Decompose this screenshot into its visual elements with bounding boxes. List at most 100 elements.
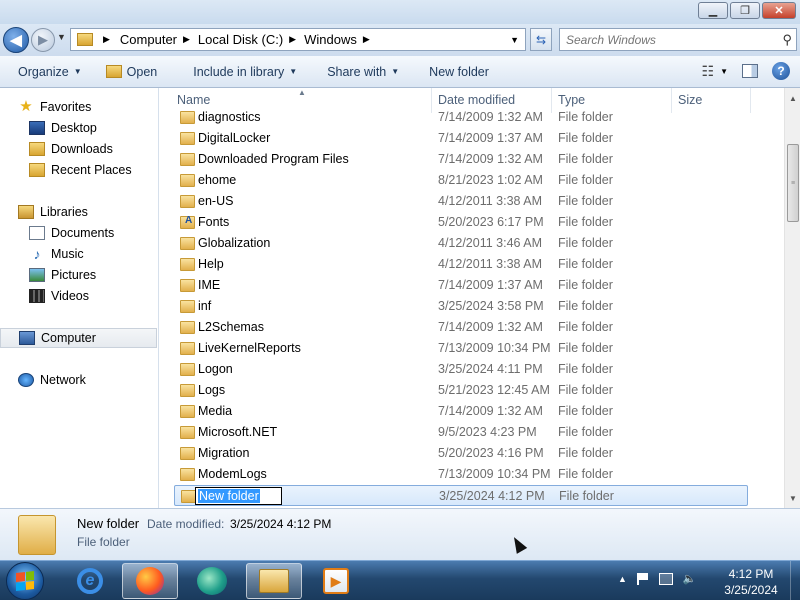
change-view-icon[interactable]: ☷ [702,63,715,80]
vertical-scrollbar[interactable]: ▲ ≡ ▼ [784,88,800,508]
refresh-icon: ⇆ [535,32,547,47]
column-size[interactable]: Size [678,93,702,107]
address-bar[interactable]: ▶ Computer ▶ Local Disk (C:) ▶ Windows ▶ ▼ [70,28,526,51]
forward-arrow-icon: ▶ [38,32,48,47]
rename-input[interactable]: New folder [195,487,282,505]
chevron-right-icon[interactable]: ▶ [289,34,296,45]
breadcrumb-windows[interactable]: Windows ▶ [304,32,378,47]
column-name[interactable]: Name [177,93,210,107]
chevron-right-icon[interactable]: ▶ [363,34,370,45]
new-folder-button[interactable]: New folder [423,65,495,79]
file-name: Downloaded Program Files [198,152,349,166]
refresh-button[interactable]: ⇆ [530,28,552,51]
show-desktop-button[interactable] [790,561,800,600]
nav-music[interactable]: ♪ Music [29,244,84,264]
file-row[interactable]: inf 3/25/2024 3:58 PM File folder [174,296,748,317]
taskbar-windows-explorer[interactable] [246,563,302,599]
nav-documents[interactable]: Documents [29,223,114,243]
nav-network[interactable]: Network [18,370,86,390]
forward-button[interactable]: ▶ [31,28,55,52]
close-button[interactable]: ✕ [762,2,796,19]
file-row[interactable]: Downloaded Program Files 7/14/2009 1:32 A… [174,149,748,170]
search-input[interactable] [566,32,766,47]
recent-pages-dropdown[interactable]: ▼ [57,32,66,42]
file-row[interactable]: L2Schemas 7/14/2009 1:32 AM File folder [174,317,748,338]
search-icon[interactable]: ⚲ [782,32,792,48]
back-button[interactable]: ◀ [3,27,29,53]
volume-muted-icon[interactable]: 🔈 [683,573,697,585]
file-type: File folder [558,131,613,145]
clock-time: 4:12 PM [728,567,774,581]
file-name: LiveKernelReports [198,341,301,355]
file-date: 5/21/2023 12:45 AM [438,383,550,397]
network-status-icon[interactable] [658,573,673,585]
clock[interactable]: 4:12 PM 3/25/2024 [716,566,786,598]
help-icon[interactable]: ? [772,62,790,80]
organize-button[interactable]: Organize ▼ [12,65,88,79]
address-row: ◀ ▶ ▼ ▶ Computer ▶ Local Disk (C:) ▶ Windo… [0,24,800,56]
scroll-down-button[interactable]: ▼ [785,490,800,506]
chevron-right-icon[interactable]: ▶ [103,34,110,45]
file-row[interactable]: diagnostics 7/14/2009 1:32 AM File folder [174,107,748,128]
file-row[interactable]: Help 4/12/2011 3:38 AM File folder [174,254,748,275]
file-row[interactable]: ModemLogs 7/13/2009 10:34 PM File folder [174,464,748,485]
open-button[interactable]: Open [100,65,164,79]
file-row[interactable]: Media 7/14/2009 1:32 AM File folder [174,401,748,422]
file-row[interactable]: IME 7/14/2009 1:37 AM File folder [174,275,748,296]
minimize-button[interactable]: ▁ [698,2,728,19]
chevron-right-icon[interactable]: ▶ [183,34,190,45]
file-row-selected[interactable]: New folder 3/25/2024 4:12 PM File folder [174,485,748,506]
file-row[interactable]: LiveKernelReports 7/13/2009 10:34 PM File … [174,338,748,359]
nav-favorites[interactable]: ★ Favorites [18,97,91,117]
nav-computer[interactable]: Computer [0,328,157,348]
include-in-library-button[interactable]: Include in library ▼ [187,65,303,79]
action-center-flag-icon[interactable] [636,573,649,585]
maximize-button[interactable]: ❐ [730,2,760,19]
taskbar-firefox[interactable] [122,563,178,599]
breadcrumb-label: Computer [119,32,177,47]
start-button[interactable] [6,562,44,600]
breadcrumb-local-disk[interactable]: Local Disk (C:) ▶ [198,32,304,47]
file-type: File folder [558,110,613,124]
column-date-modified[interactable]: Date modified [438,93,515,107]
nav-desktop[interactable]: Desktop [29,118,97,138]
maximize-icon: ❐ [740,5,750,17]
file-row[interactable]: DigitalLocker 7/14/2009 1:37 AM File folde… [174,128,748,149]
file-date: 3/25/2024 4:11 PM [438,362,543,376]
share-with-button[interactable]: Share with ▼ [321,65,405,79]
show-hidden-icons-icon[interactable]: ▲ [618,574,627,584]
file-row[interactable]: ehome 8/21/2023 1:02 AM File folder [174,170,748,191]
file-row[interactable]: Logon 3/25/2024 4:11 PM File folder [174,359,748,380]
column-type[interactable]: Type [558,93,585,107]
file-row[interactable]: Microsoft.NET 9/5/2023 4:23 PM File folder [174,422,748,443]
folder-icon [180,405,195,418]
scroll-thumb[interactable]: ≡ [787,144,799,222]
nav-label: Pictures [51,268,97,282]
file-name: Fonts [198,215,230,229]
file-name: diagnostics [198,110,261,124]
taskbar-internet-explorer[interactable]: e [62,563,118,599]
taskbar-edge[interactable] [184,563,240,599]
file-row[interactable]: en-US 4/12/2011 3:38 AM File folder [174,191,748,212]
close-icon: ✕ [774,5,784,17]
file-row[interactable]: Fonts 5/20/2023 6:17 PM File folder [174,212,748,233]
scroll-up-button[interactable]: ▲ [785,90,800,106]
nav-recent-places[interactable]: Recent Places [29,160,132,180]
chevron-down-icon[interactable]: ▼ [720,67,728,76]
preview-pane-icon[interactable] [742,64,758,78]
nav-videos[interactable]: Videos [29,286,89,306]
taskbar-media-player[interactable]: ▶ [308,563,364,599]
column-divider[interactable] [750,88,751,113]
nav-pictures[interactable]: Pictures [29,265,96,285]
nav-libraries[interactable]: Libraries [18,202,88,222]
breadcrumb-computer[interactable]: Computer ▶ [120,32,198,47]
nav-downloads[interactable]: Downloads [29,139,113,159]
address-dropdown[interactable]: ▼ [510,35,519,45]
open-label: Open [126,64,158,79]
minimize-icon: ▁ [708,5,718,17]
file-name: L2Schemas [198,320,265,334]
file-row[interactable]: Logs 5/21/2023 12:45 AM File folder [174,380,748,401]
file-row[interactable]: Migration 5/20/2023 4:16 PM File folder [174,443,748,464]
file-name: Media [198,404,233,418]
file-row[interactable]: Globalization 4/12/2011 3:46 AM File folde… [174,233,748,254]
